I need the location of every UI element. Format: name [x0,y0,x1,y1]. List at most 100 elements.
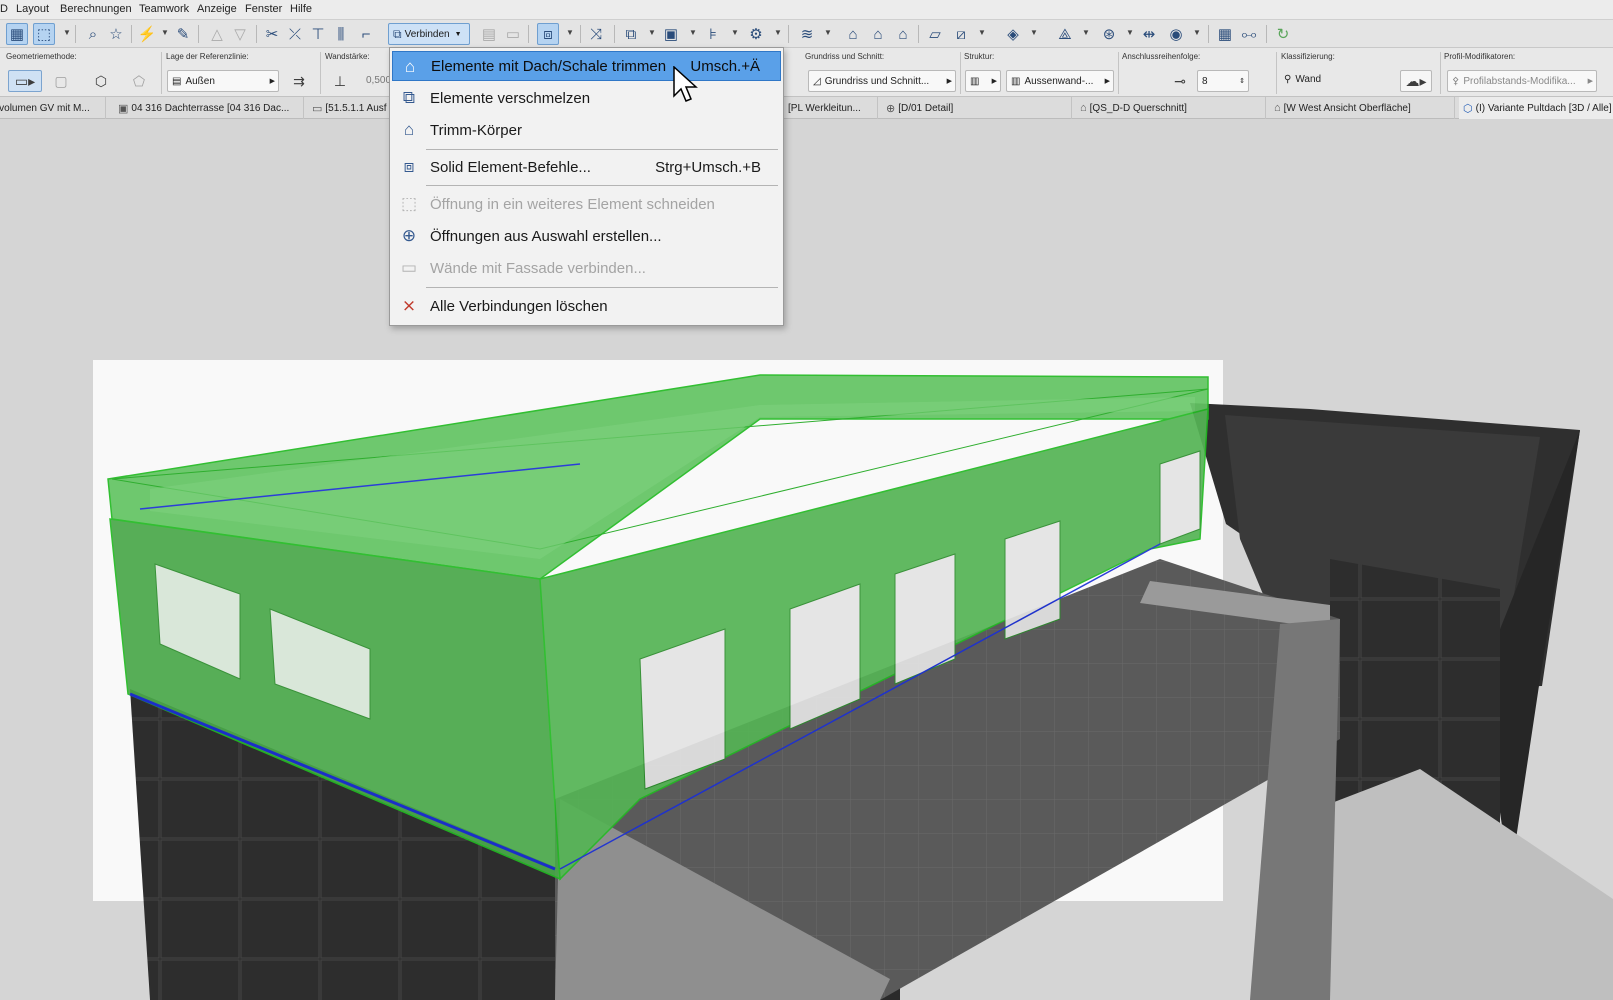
house-tool-icon[interactable]: ⌂ [892,23,914,45]
tab-ausfuehrung[interactable]: ▭ [51.5.1.1 Ausf [308,97,398,119]
chevron-down-icon[interactable]: ▼ [1193,28,1201,37]
slab-icon[interactable]: ▱ [924,23,946,45]
tab-detail[interactable]: ⊕ [D/01 Detail] [882,97,1072,119]
chevron-down-icon[interactable]: ▼ [648,28,656,37]
favorites-star-icon[interactable]: ☆ [105,23,127,45]
menu-item-label: Alle Verbindungen löschen [430,297,608,315]
menu-item-cut-opening[interactable]: ⬚ Öffnung in ein weiteres Element schnei… [392,189,781,219]
offset-icon[interactable]: ⌐ [355,23,377,45]
suspend-groups-icon[interactable]: ⤨ [585,23,607,45]
chevron-down-icon[interactable]: ▼ [566,28,574,37]
menu-item-solid-element[interactable]: ⧈ Solid Element-Befehle... Strg+Umsch.+B [392,152,781,182]
menu-item-create-openings[interactable]: ⊕ Öffnungen aus Auswahl erstellen... [392,221,781,251]
tab-querschnitt[interactable]: ⌂ [QS_D-D Querschnitt] [1076,97,1266,119]
chevron-down-icon[interactable]: ▼ [161,28,169,37]
tab-werkleitung[interactable]: [PL Werkleitun... [784,97,878,119]
chevron-down-icon[interactable]: ▼ [978,28,986,37]
connect-menu-button[interactable]: ⧉ Verbinden ▼ [388,23,470,45]
menu-item-teamwork[interactable]: Teamwork [139,3,189,15]
priority-stepper[interactable]: 8 ⇕ [1197,70,1249,92]
camera-icon[interactable]: ◉ [1165,23,1187,45]
tab-west-ansicht[interactable]: ⌂ [W West Ansicht Oberfläche] [1270,97,1455,119]
menu-item-merge-elements[interactable]: ⧉ Elemente verschmelzen [392,83,781,113]
menu-item-anzeige[interactable]: Anzeige [197,3,237,15]
disabled-tool-icon[interactable]: ▤ [478,23,500,45]
3d-view-icon: ⬡ [1463,102,1473,115]
chevron-down-icon[interactable]: ▼ [731,28,739,37]
chevron-down-icon[interactable]: ▼ [1126,28,1134,37]
structure-icon[interactable]: ⊧ [702,23,724,45]
menu-item-label: Trimm-Körper [430,121,522,139]
magic-wand-icon[interactable]: ⚡ [136,23,158,45]
layers-icon[interactable]: ⧉ [620,23,642,45]
toolbar-divider [918,25,919,43]
disabled-tool-icon[interactable]: ▭ [502,23,524,45]
connect-icon: ⧉ [393,26,402,41]
house-tool-icon[interactable]: ⌂ [842,23,864,45]
3d-viewport[interactable] [0,119,1613,1000]
move-down-icon[interactable]: ▽ [229,23,251,45]
mirror-icon[interactable]: ⧟ [1238,23,1260,45]
composite-select[interactable]: ▥ Aussenwand-... ▶ [1006,70,1114,92]
chevron-down-icon[interactable]: ▼ [1082,28,1090,37]
chevron-down-icon[interactable]: ▼ [689,28,697,37]
structure-type-select[interactable]: ▥ ▶ [965,70,1001,92]
grid-icon[interactable]: ▦ [6,23,28,45]
document-icon[interactable]: ▣ [660,23,682,45]
adjust-icon[interactable]: ⤫ [284,23,306,45]
reference-flip-icon[interactable]: ⇉ [284,70,314,92]
chevron-down-icon[interactable]: ▼ [774,28,782,37]
split-icon[interactable]: ✂ [261,23,283,45]
menu-item-label: Wände mit Fassade verbinden... [430,259,646,277]
group-icon[interactable]: ⧈ [537,23,559,45]
menu-item-trim-body[interactable]: ⌂ Trimm-Körper [392,115,781,145]
3d-view-icon[interactable]: ◈ [1002,23,1024,45]
connect-dropdown-menu: ⌂ Elemente mit Dach/Schale trimmen Umsch… [389,47,784,326]
classification-cloud-icon[interactable]: ☁▸ [1400,70,1432,92]
tab-dachterrasse[interactable]: ▣ 04 316 Dachterrasse [04 316 Dac... [114,97,304,119]
stepper-arrows-icon: ⇕ [1239,78,1245,85]
classification-value-group[interactable]: ⚲ Wand [1284,74,1321,85]
polygon-wall-icon[interactable]: ⬠ [126,70,152,92]
chevron-down-icon[interactable]: ▼ [824,28,832,37]
refresh-icon[interactable]: ↻ [1272,23,1294,45]
walk-icon[interactable]: ⇹ [1138,23,1160,45]
chevron-down-icon: ▼ [454,30,462,38]
menu-item-hilfe[interactable]: Hilfe [290,3,312,15]
menu-item-label: Elemente verschmelzen [430,89,591,107]
menu-item-delete-connections[interactable]: ⨯ Alle Verbindungen löschen [392,291,781,321]
chevron-down-icon[interactable]: ▼ [1030,28,1038,37]
reference-line-select[interactable]: ▤ Außen ▶ [167,70,279,92]
distribute-icon[interactable]: ⫼ [330,23,352,45]
perspective-icon[interactable]: ⟁ [1054,23,1076,45]
menu-item-wall-facade[interactable]: ▭ Wände mit Fassade verbinden... [392,253,781,283]
straight-wall-icon[interactable]: ▭▸ [8,70,42,92]
tab-gebaeudevolumen[interactable]: Gebäudevolumen GV mit M... [0,97,106,119]
find-select-icon[interactable]: ⌕ [82,23,104,45]
profile-modifiers-select[interactable]: ⚴ Profilabstands-Modifika... ▶ [1447,70,1597,92]
settings-icon[interactable]: ⚙ [745,23,767,45]
menu-item-fragment[interactable]: D [0,3,8,15]
menu-item-fenster[interactable]: Fenster [245,3,282,15]
house-tool-icon[interactable]: ⌂ [867,23,889,45]
move-up-icon[interactable]: △ [206,23,228,45]
wall-thickness-value[interactable]: 0,500 [366,75,391,86]
pick-up-parameters-icon[interactable]: ✎ [172,23,194,45]
menu-item-shortcut: Umsch.+Ä [690,57,760,75]
align-icon[interactable]: ⊤ [307,23,329,45]
classification-value: Wand [1295,74,1322,85]
elevation-icon: ⌂ [1274,102,1281,114]
chevron-down-icon[interactable]: ▼ [63,28,71,37]
menu-item-berechnungen[interactable]: Berechnungen [60,3,132,15]
marquee-select-icon[interactable]: ⬚ [33,23,55,45]
floor-plan-section-select[interactable]: ◿ Grundriss und Schnitt... ▶ [808,70,956,92]
curtain-wall-icon[interactable]: ⧄ [950,23,972,45]
layer-stack-icon[interactable]: ≋ [796,23,818,45]
orbit-icon[interactable]: ⊛ [1098,23,1120,45]
curved-wall-icon[interactable]: ▢ [48,70,74,92]
menu-item-layout[interactable]: Layout [16,3,49,15]
tab-variante-pultdach[interactable]: ⬡ (I) Variante Pultdach [3D / Alle] [1459,97,1613,119]
menu-item-trim-to-roof[interactable]: ⌂ Elemente mit Dach/Schale trimmen Umsch… [392,51,781,81]
trapezoid-wall-icon[interactable]: ⬡ [88,70,114,92]
calendar-icon[interactable]: ▦ [1214,23,1236,45]
